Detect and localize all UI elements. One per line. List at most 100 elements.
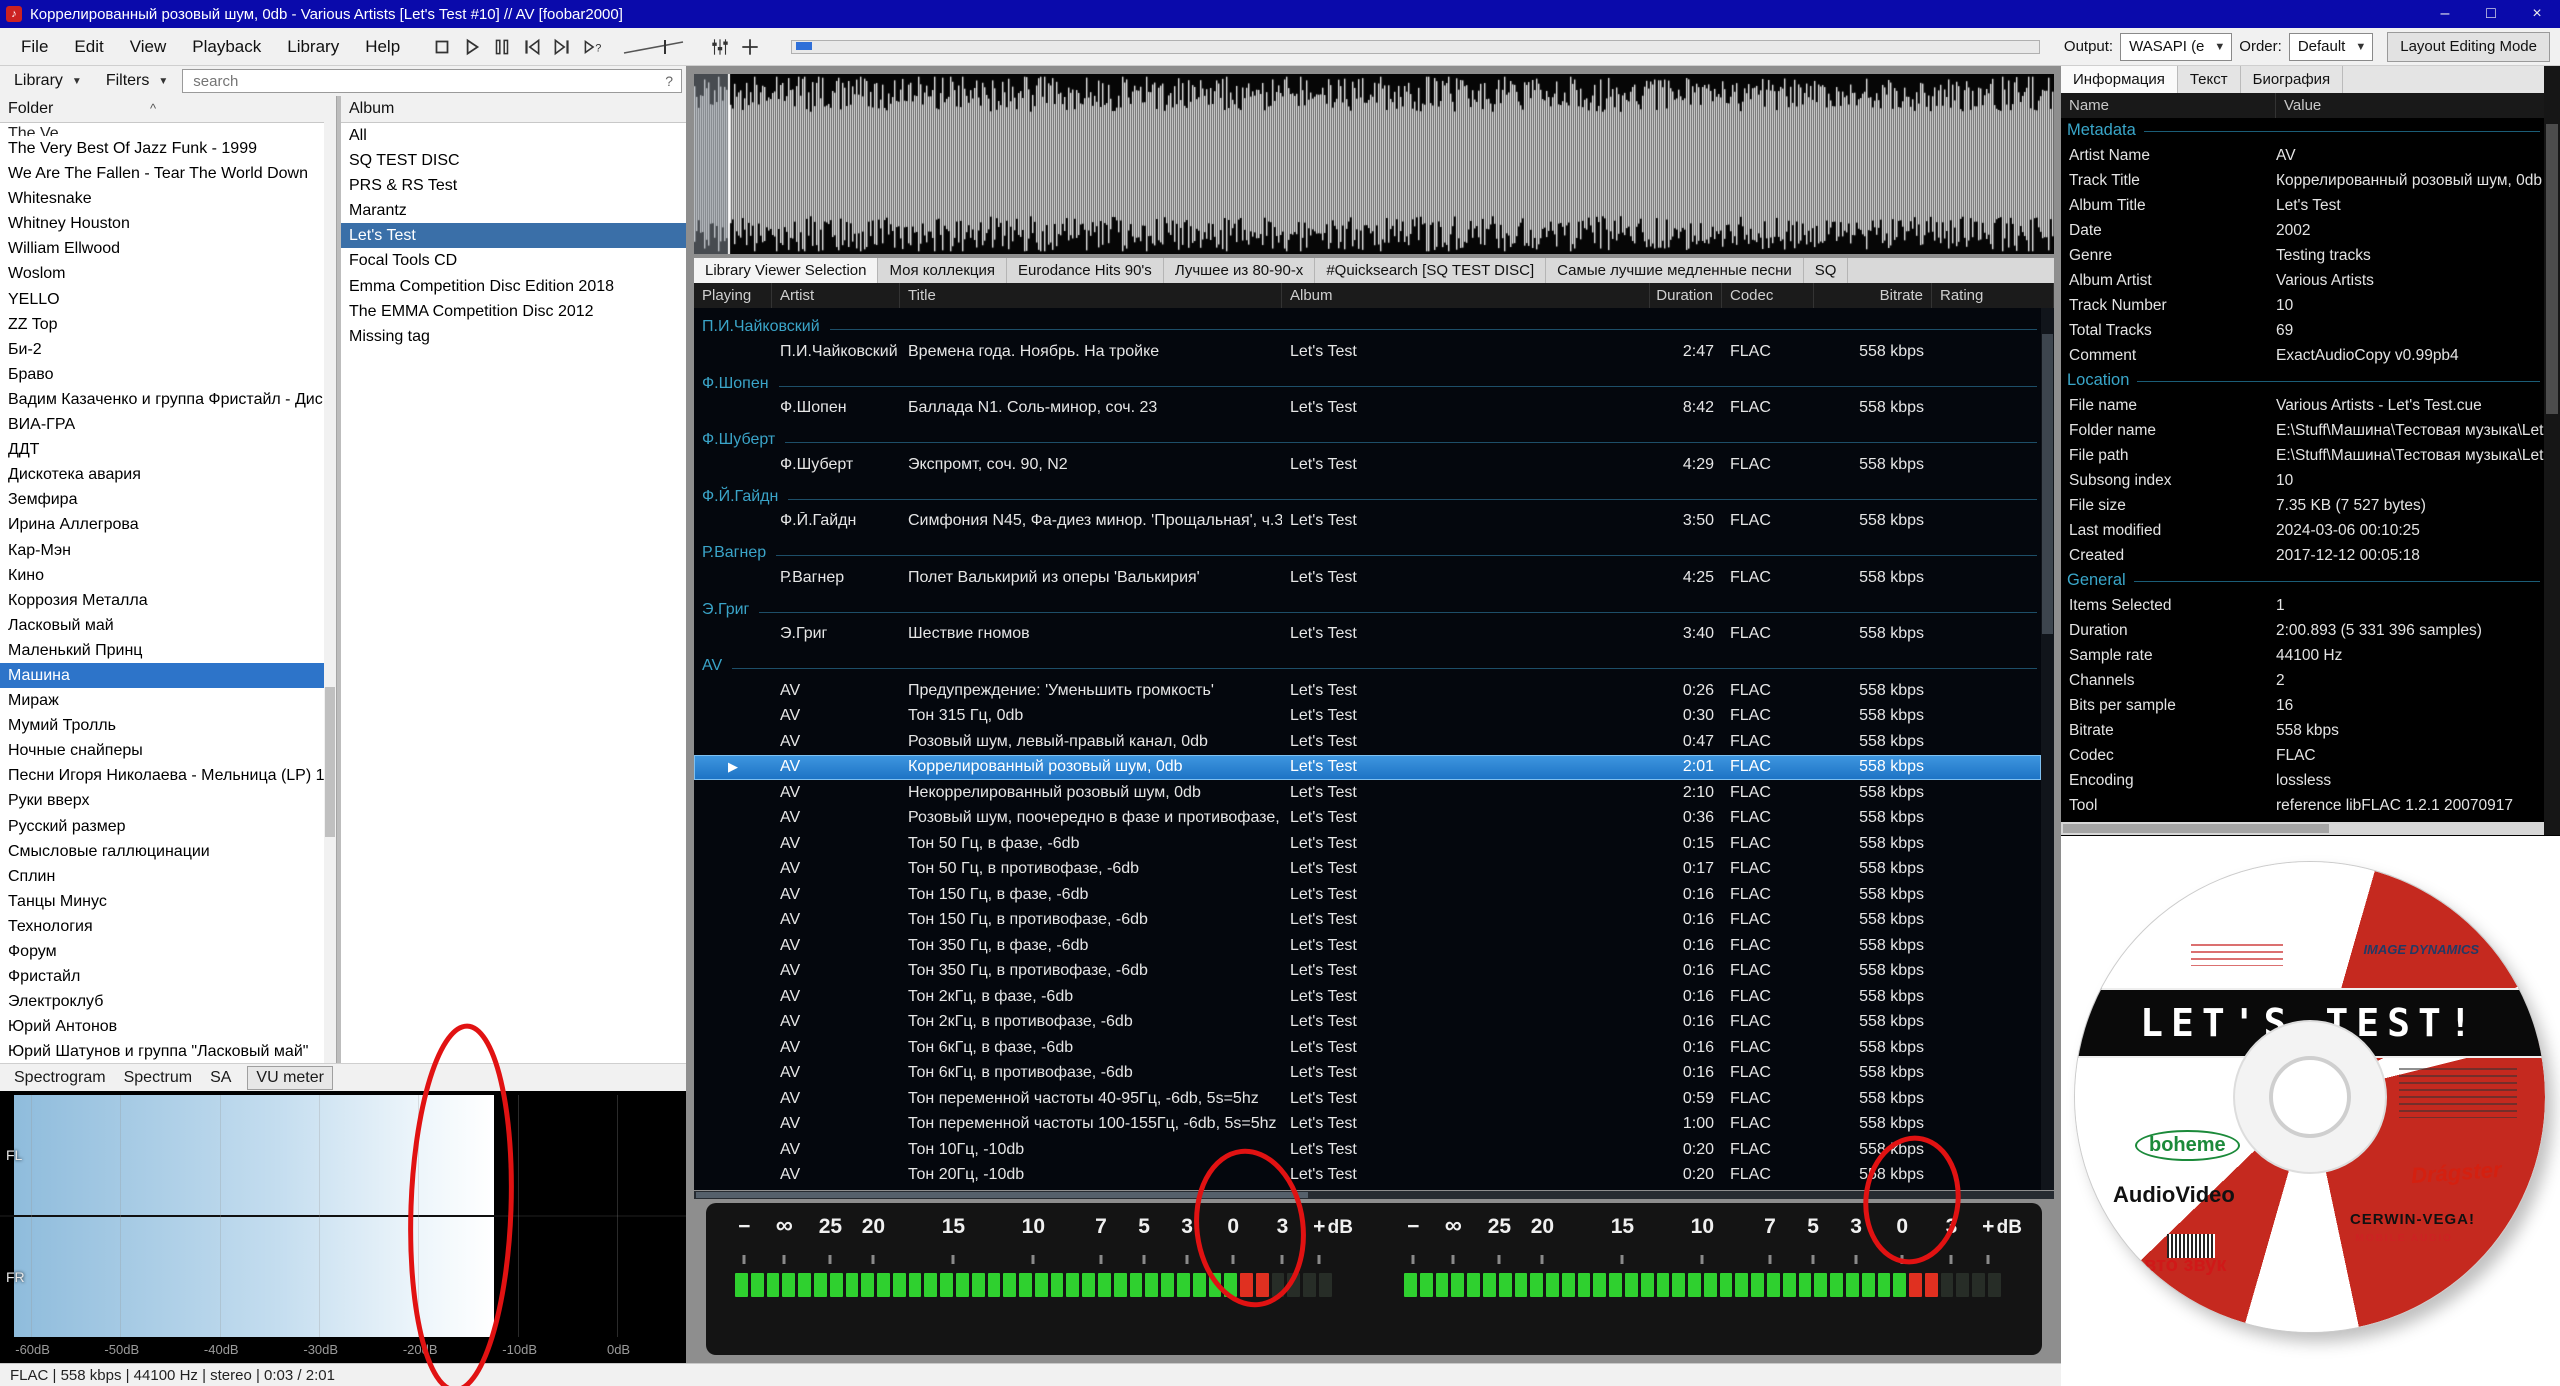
stop-button[interactable]	[427, 34, 457, 60]
playlist-tab[interactable]: Library Viewer Selection	[694, 258, 878, 283]
folder-item[interactable]: We Are The Fallen - Tear The World Down	[0, 161, 336, 186]
waveform-seekbar[interactable]	[694, 74, 2054, 254]
playlist-tab[interactable]: Моя коллекция	[878, 258, 1007, 283]
folder-scrollbar[interactable]	[324, 122, 336, 1063]
folder-item[interactable]: Маленький Принц	[0, 638, 336, 663]
folder-item[interactable]: Кино	[0, 563, 336, 588]
folder-item[interactable]: Танцы Минус	[0, 889, 336, 914]
maximize-button[interactable]: □	[2468, 0, 2514, 28]
playlist-row[interactable]: Ф.ШопенБаллада N1. Соль-минор, соч. 23Le…	[694, 396, 2041, 422]
random-button[interactable]: ?	[577, 34, 607, 60]
column-header-artist[interactable]: Artist	[772, 283, 900, 308]
folder-item[interactable]: Сплин	[0, 864, 336, 889]
folder-item[interactable]: Русский размер	[0, 814, 336, 839]
playlist-tab[interactable]: SQ	[1804, 258, 1849, 283]
search-help-icon[interactable]: ?	[665, 73, 673, 89]
order-select[interactable]: Default ▼	[2289, 33, 2373, 61]
playlist-row[interactable]: AVТон 40Гц, -10dbLet's Test0:20FLAC558 k…	[694, 1188, 2041, 1190]
folder-item[interactable]: Форум	[0, 939, 336, 964]
playlist-row[interactable]: AVТон 50 Гц, в фазе, -6dbLet's Test0:15F…	[694, 831, 2041, 857]
folder-item[interactable]: The Very Best Of Jazz Funk - 1999	[0, 136, 336, 161]
visualisation-tab-spectrum[interactable]: Spectrum	[116, 1067, 200, 1089]
folder-item[interactable]: The Ve	[0, 123, 336, 136]
folder-item[interactable]: Технология	[0, 914, 336, 939]
column-header-codec[interactable]: Codec	[1722, 283, 1814, 308]
album-item[interactable]: Missing tag	[341, 324, 686, 349]
folder-item[interactable]: Ласковый май	[0, 613, 336, 638]
info-horizontal-scrollbar[interactable]	[2061, 822, 2544, 835]
album-item[interactable]: The EMMA Competition Disc 2012	[341, 299, 686, 324]
waveform-canvas[interactable]	[694, 74, 2054, 254]
folder-item[interactable]: ДДТ	[0, 437, 336, 462]
folder-item[interactable]: ВИА-ГРА	[0, 412, 336, 437]
playlist-row[interactable]: AVТон переменной частоты 100-155Гц, -6db…	[694, 1112, 2041, 1138]
name-column-header[interactable]: Name	[2061, 93, 2276, 118]
minimize-button[interactable]: –	[2422, 0, 2468, 28]
visualisation-tab-vu-meter[interactable]: VU meter	[247, 1066, 333, 1090]
next-button[interactable]	[547, 34, 577, 60]
playlist-row[interactable]: AVТон 20Гц, -10dbLet's Test0:20FLAC558 k…	[694, 1163, 2041, 1189]
playlist-row[interactable]: AVНекоррелированный розовый шум, 0dbLet'…	[694, 780, 2041, 806]
info-vertical-scrollbar[interactable]	[2544, 66, 2560, 835]
close-button[interactable]: ×	[2514, 0, 2560, 28]
playlist-tab[interactable]: Самые лучшие медленные песни	[1546, 258, 1804, 283]
playlist-row[interactable]: AVТон 350 Гц, в фазе, -6dbLet's Test0:16…	[694, 933, 2041, 959]
folder-item[interactable]: Дискотека авария	[0, 462, 336, 487]
info-tab-текст[interactable]: Текст	[2178, 66, 2241, 93]
column-header-playing[interactable]: Playing	[694, 283, 772, 308]
playlist-tab[interactable]: Eurodance Hits 90's	[1007, 258, 1164, 283]
album-column-header[interactable]: Album	[341, 96, 686, 123]
playlist-row[interactable]: AVРозовый шум, поочередно в фазе и проти…	[694, 806, 2041, 832]
info-tab-информация[interactable]: Информация	[2061, 66, 2178, 93]
album-item[interactable]: PRS & RS Test	[341, 173, 686, 198]
scrollbar-thumb[interactable]	[696, 1192, 1308, 1198]
folder-item[interactable]: Песни Игоря Николаева - Мельница (LP) 1.…	[0, 763, 336, 788]
folder-item[interactable]: Земфира	[0, 487, 336, 512]
playlist-row[interactable]: AVТон 10Гц, -10dbLet's Test0:20FLAC558 k…	[694, 1137, 2041, 1163]
seek-thumb[interactable]	[796, 42, 812, 50]
playlist-row[interactable]: AVТон 315 Гц, 0dbLet's Test0:30FLAC558 k…	[694, 704, 2041, 730]
playlist-row[interactable]: AVТон 2кГц, в противофазе, -6dbLet's Tes…	[694, 1010, 2041, 1036]
search-box[interactable]: ?	[182, 69, 682, 93]
playlist-tab[interactable]: Лучшее из 80-90-х	[1164, 258, 1316, 283]
folder-item[interactable]: Машина	[0, 663, 336, 688]
folder-item[interactable]: Woslom	[0, 261, 336, 286]
playlist-row[interactable]: Э.ГригШествие гномовLet's Test3:40FLAC55…	[694, 622, 2041, 648]
scrollbar-thumb[interactable]	[325, 687, 335, 838]
album-item[interactable]: SQ TEST DISC	[341, 148, 686, 173]
folder-item[interactable]: Фристайл	[0, 964, 336, 989]
column-header-title[interactable]: Title	[900, 283, 1282, 308]
playlist-row[interactable]: AVТон 6кГц, в фазе, -6dbLet's Test0:16FL…	[694, 1035, 2041, 1061]
folder-item[interactable]: Юрий Шатунов и группа "Ласковый май"	[0, 1039, 336, 1063]
volume-slider[interactable]	[621, 38, 691, 56]
folder-item[interactable]: Браво	[0, 362, 336, 387]
playlist-row[interactable]: AVТон 50 Гц, в противофазе, -6dbLet's Te…	[694, 857, 2041, 883]
folder-item[interactable]: Whitesnake	[0, 186, 336, 211]
visualisation-tab-spectrogram[interactable]: Spectrogram	[6, 1067, 114, 1089]
menu-view[interactable]: View	[117, 33, 180, 61]
folder-item[interactable]: Ночные снайперы	[0, 738, 336, 763]
scrollbar-thumb[interactable]	[2042, 334, 2053, 634]
folder-item[interactable]: YELLO	[0, 287, 336, 312]
pause-button[interactable]	[487, 34, 517, 60]
playlist-row[interactable]: Ф.ШубертЭкспромт, соч. 90, N2Let's Test4…	[694, 452, 2041, 478]
playlist-row[interactable]: AVТон переменной частоты 40-95Гц, -6db, …	[694, 1086, 2041, 1112]
album-item[interactable]: Emma Competition Disc Edition 2018	[341, 274, 686, 299]
scrollbar-thumb[interactable]	[2546, 124, 2558, 414]
playlist-row[interactable]: AVПредупреждение: 'Уменьшить громкость'L…	[694, 678, 2041, 704]
column-header-duration[interactable]: Duration	[1650, 283, 1722, 308]
folder-item[interactable]: Руки вверх	[0, 788, 336, 813]
playlist-row[interactable]: AVТон 6кГц, в противофазе, -6dbLet's Tes…	[694, 1061, 2041, 1087]
filters-dropdown[interactable]: Filters ▼	[96, 69, 178, 93]
folder-item[interactable]: ZZ Top	[0, 312, 336, 337]
playlist-row[interactable]: П.И.ЧайковскийВремена года. Ноябрь. На т…	[694, 339, 2041, 365]
previous-button[interactable]	[517, 34, 547, 60]
menu-library[interactable]: Library	[274, 33, 352, 61]
visualisation-tab-sa[interactable]: SA	[202, 1067, 239, 1089]
column-header-rating[interactable]: Rating	[1932, 283, 2054, 308]
library-dropdown[interactable]: Library ▼	[4, 69, 92, 93]
folder-item[interactable]: Мумий Тролль	[0, 713, 336, 738]
folder-item[interactable]: Кар-Мэн	[0, 538, 336, 563]
album-item[interactable]: Marantz	[341, 198, 686, 223]
playlist-vertical-scrollbar[interactable]	[2041, 308, 2054, 1190]
